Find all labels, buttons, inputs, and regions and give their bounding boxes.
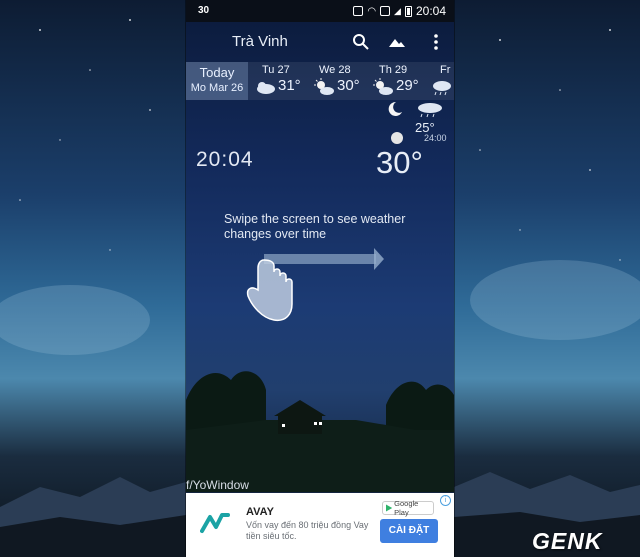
google-play-badge: Google Play: [382, 499, 434, 517]
more-options-icon[interactable]: [426, 32, 446, 52]
status-time: 20:04: [415, 4, 446, 18]
signal-icon: ◢: [394, 5, 401, 16]
forecast-day-name: Fr: [440, 64, 451, 76]
forecast-day-name: Th 29: [379, 64, 408, 76]
ad-title[interactable]: AVAY: [246, 506, 274, 518]
moon-small-icon: [391, 132, 403, 144]
battery-icon: [404, 5, 412, 17]
alarm-icon: [353, 6, 364, 16]
wifi-icon: ◠: [367, 5, 377, 17]
today-label: Today: [199, 65, 235, 80]
sun-cloud-icon: [314, 78, 334, 95]
sun-cloud-icon: [373, 78, 393, 95]
city-name[interactable]: Trà Vinh: [232, 33, 288, 50]
avay-logo-icon: [200, 513, 230, 533]
ad-banner[interactable]: AVAY Vốn vay đến 80 triệu đồng Vay tiền …: [186, 493, 454, 557]
ad-description: Vốn vay đến 80 triệu đồng Vay tiền siêu …: [246, 520, 369, 541]
swipe-hint: Swipe the screen to see weather changes …: [224, 212, 406, 241]
n-icon: [380, 6, 391, 16]
forecast-strip[interactable]: Today Mo Mar 26 Tu 27 31° We 28 30° Th 2…: [186, 62, 454, 100]
forecast-temp: 31°: [278, 77, 301, 94]
forecast-temp: 30°: [337, 77, 360, 94]
moon-icon: [388, 101, 402, 116]
partly-cloudy-icon: [257, 82, 275, 94]
app-bar: Trà Vinh: [186, 24, 454, 60]
current-temperature[interactable]: 30°: [376, 145, 423, 181]
landscape-icon[interactable]: [387, 32, 407, 52]
next-time: 24:00: [424, 133, 447, 143]
forecast-today[interactable]: Today Mo Mar 26: [186, 62, 248, 100]
search-icon[interactable]: [351, 32, 371, 52]
today-date: Mo Mar 26: [190, 82, 244, 94]
rain-cloud-icon: [418, 103, 442, 118]
current-time: 20:04: [196, 148, 254, 171]
forecast-temp: 29°: [396, 77, 419, 94]
rain-cloud-icon: [433, 81, 451, 96]
google-play-icon: [386, 504, 393, 512]
status-temp: 30: [198, 5, 210, 16]
forecast-day-name: Tu 27: [262, 64, 290, 76]
genk-logo: GENK: [532, 528, 603, 554]
google-play-label: Google Play: [394, 499, 419, 517]
swipe-hand-icon: [246, 248, 384, 322]
status-bar: 30 ◠ ◢ 20:04: [186, 0, 454, 22]
install-button[interactable]: CÀI ĐẶT: [380, 519, 438, 543]
ad-info-icon[interactable]: i: [440, 495, 451, 506]
forecast-day-name: We 28: [319, 64, 351, 76]
source-watermark: f/YoWindow: [186, 478, 249, 492]
night-landscape: [186, 371, 454, 492]
phone-screen: 30 ◠ ◢ 20:04 Trà Vinh Today Mo Mar 26 Tu: [186, 0, 454, 557]
